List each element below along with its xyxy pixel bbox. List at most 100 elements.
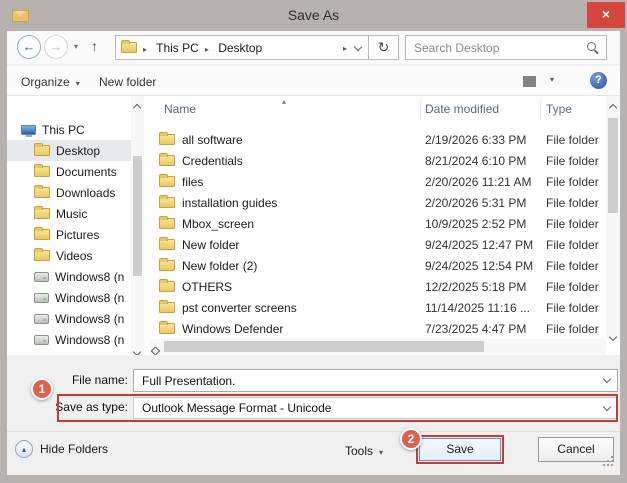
organize-button[interactable]: Organize ▾: [21, 75, 80, 89]
sidebar-item-label: Windows8 (n: [55, 290, 125, 305]
file-row[interactable]: Windows Defender 7/23/2025 4:47 PM File …: [144, 318, 606, 339]
sidebar-item-label: Windows8 (n: [55, 332, 125, 347]
file-row[interactable]: files 2/20/2026 11:21 AM File folder: [144, 171, 606, 192]
sidebar-item[interactable]: Videos: [7, 245, 131, 266]
sidebar-item-label: Windows8 (n: [55, 311, 125, 326]
sidebar-item[interactable]: Desktop: [7, 140, 131, 161]
file-row[interactable]: pst converter screens 11/14/2025 11:16 .…: [144, 297, 606, 318]
sidebar-item[interactable]: Music: [7, 203, 131, 224]
hide-folders-button[interactable]: ▴ Hide Folders: [15, 440, 108, 458]
breadcrumb-item[interactable]: This PC: [156, 41, 199, 55]
file-name-label: File name:: [71, 373, 128, 387]
sidebar-item[interactable]: Pictures: [7, 224, 131, 245]
file-row[interactable]: Mbox_screen 10/9/2025 2:52 PM File folde…: [144, 213, 606, 234]
vertical-scrollbar[interactable]: [606, 96, 620, 342]
sidebar-item[interactable]: Windows8 (n: [7, 329, 131, 350]
sidebar-item-icon: [34, 292, 49, 303]
up-button[interactable]: ↑: [91, 38, 98, 54]
dialog-content: ← → ▾ ↑ ▸ This PC ▸ Desktop ▸ ↻ Search D…: [7, 31, 620, 475]
sidebar-item-icon: [34, 143, 50, 156]
column-header-name[interactable]: Name: [164, 96, 196, 123]
file-name-cell: Windows Defender: [182, 321, 284, 336]
folder-icon: [159, 321, 175, 334]
address-bar: ← → ▾ ↑ ▸ This PC ▸ Desktop ▸ ↻: [7, 31, 620, 65]
toolbar: Organize ▾ New folder ▾ ?: [7, 66, 620, 96]
tools-label: Tools: [345, 444, 374, 458]
sidebar-item-icon: [34, 185, 50, 198]
cancel-button[interactable]: Cancel: [538, 437, 614, 462]
views-dropdown-icon[interactable]: ▾: [550, 75, 554, 84]
date-modified-cell: 11/14/2025 11:16 ...: [425, 300, 530, 315]
tools-button[interactable]: Tools ▾: [345, 444, 383, 458]
file-row[interactable]: all software 2/19/2026 6:33 PM File fold…: [144, 129, 606, 150]
type-cell: File folder: [546, 153, 599, 168]
scrollbar-thumb[interactable]: [608, 118, 618, 213]
sidebar-item-label: Music: [56, 206, 88, 221]
sidebar-item[interactable]: Documents: [7, 161, 131, 182]
breadcrumb-separator-icon: ▸: [204, 44, 209, 54]
type-cell: File folder: [546, 279, 599, 294]
column-header-date-modified[interactable]: Date modified: [425, 96, 499, 123]
scroll-down-icon[interactable]: [608, 329, 618, 342]
scroll-down-icon[interactable]: [132, 344, 142, 357]
horizontal-scrollbar[interactable]: [150, 339, 606, 356]
recent-locations-dropdown[interactable]: ▾: [74, 42, 78, 51]
file-row[interactable]: installation guides 2/20/2026 5:31 PM Fi…: [144, 192, 606, 213]
new-folder-button[interactable]: New folder: [99, 75, 156, 89]
file-list: ▴ Name Date modified Type all software 2…: [144, 96, 620, 356]
breadcrumb[interactable]: ▸ This PC ▸ Desktop: [115, 35, 369, 60]
breadcrumb-separator-icon: ▸: [143, 44, 148, 54]
sidebar-item-icon: [34, 248, 50, 261]
date-modified-cell: 2/20/2026 5:31 PM: [425, 195, 527, 210]
sidebar-item[interactable]: Downloads: [7, 182, 131, 203]
file-row[interactable]: New folder 9/24/2025 12:47 PM File folde…: [144, 234, 606, 255]
browser-area: This PC Desktop Documents Downloads Musi…: [7, 96, 620, 357]
file-name-input[interactable]: [133, 369, 618, 392]
scrollbar-thumb[interactable]: [133, 156, 142, 276]
scroll-up-icon[interactable]: [608, 100, 618, 113]
breadcrumb-trailing-arrow-icon[interactable]: ▸: [343, 44, 347, 53]
search-input[interactable]: [406, 36, 606, 59]
sidebar-item-icon: [21, 124, 36, 137]
type-cell: File folder: [546, 300, 599, 315]
resize-grip[interactable]: [611, 464, 613, 466]
save-button[interactable]: Save: [419, 438, 501, 461]
breadcrumb-segment: ▸ Desktop: [199, 41, 262, 55]
breadcrumb-item[interactable]: Desktop: [218, 41, 262, 55]
scroll-up-icon[interactable]: [132, 100, 142, 113]
file-row[interactable]: New folder (2) 9/24/2025 12:54 PM File f…: [144, 255, 606, 276]
column-divider[interactable]: [420, 100, 421, 119]
sidebar-scrollbar[interactable]: [131, 96, 144, 357]
search-box: [405, 35, 607, 60]
sidebar-item[interactable]: This PC: [7, 119, 131, 140]
folder-icon: [121, 40, 137, 53]
scrollbar-thumb[interactable]: [164, 341, 484, 352]
type-cell: File folder: [546, 132, 599, 147]
organize-label: Organize: [21, 75, 70, 89]
sidebar-item-icon: [34, 164, 50, 177]
sidebar-item[interactable]: Windows8 (n: [7, 266, 131, 287]
refresh-button[interactable]: ↻: [368, 35, 399, 60]
sidebar-item-icon: [34, 334, 49, 345]
sidebar-item-label: Documents: [56, 164, 117, 179]
file-row[interactable]: Credentials 8/21/2024 6:10 PM File folde…: [144, 150, 606, 171]
breadcrumb-segment: ▸ This PC: [137, 41, 199, 55]
hide-folders-label: Hide Folders: [40, 442, 109, 456]
annotation-step-1-badge: 1: [31, 378, 53, 400]
scroll-right-icon[interactable]: [151, 343, 161, 356]
file-name-cell: all software: [182, 132, 243, 147]
back-button[interactable]: ←: [17, 35, 41, 59]
date-modified-cell: 12/2/2025 5:18 PM: [425, 279, 527, 294]
change-view-icon[interactable]: [523, 76, 536, 87]
forward-button[interactable]: →: [44, 35, 68, 59]
help-button[interactable]: ?: [590, 72, 607, 89]
sidebar-item[interactable]: Windows8 (n: [7, 287, 131, 308]
chevron-down-icon: ▾: [379, 448, 384, 457]
save-as-dialog: Save As × ← → ▾ ↑ ▸ This PC ▸ Desktop ▸: [0, 0, 627, 483]
column-divider[interactable]: [540, 100, 541, 119]
file-name-cell: files: [182, 174, 204, 189]
file-row[interactable]: OTHERS 12/2/2025 5:18 PM File folder: [144, 276, 606, 297]
column-header-type[interactable]: Type: [546, 96, 572, 123]
sidebar-item[interactable]: Windows8 (n: [7, 308, 131, 329]
close-button[interactable]: ×: [587, 2, 625, 28]
